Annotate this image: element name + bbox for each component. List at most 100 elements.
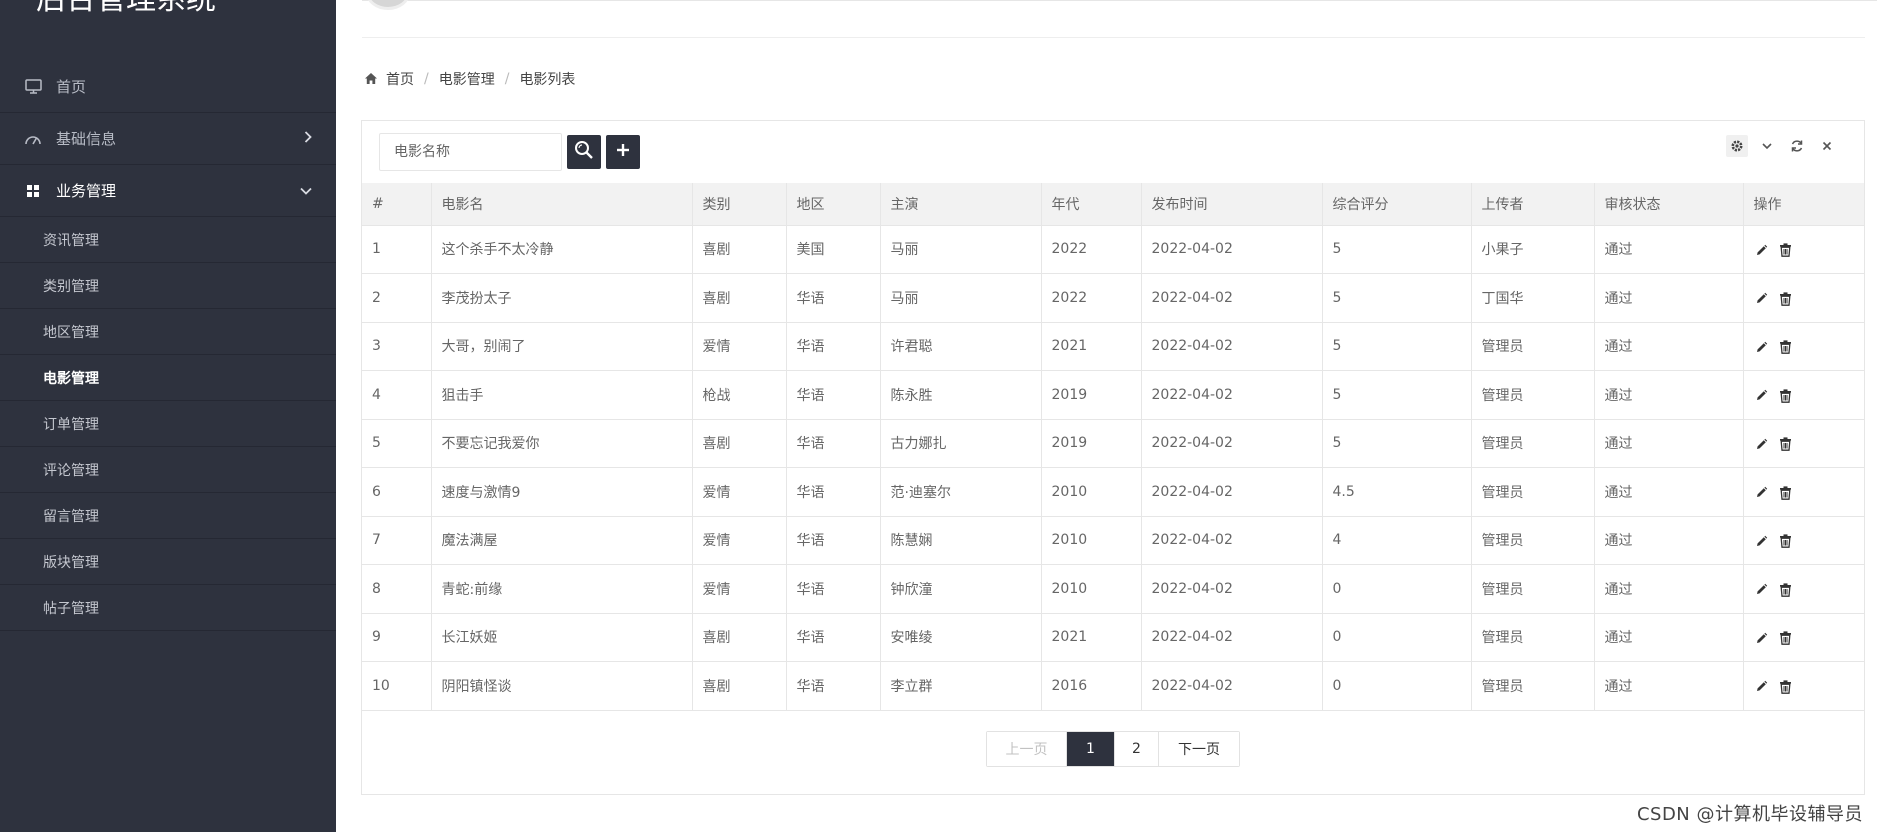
edit-pencil-icon[interactable] — [1754, 582, 1770, 598]
table-cell: 这个杀手不太冷静 — [431, 225, 693, 274]
table-cell: 华语 — [786, 516, 881, 565]
edit-pencil-icon[interactable] — [1754, 533, 1770, 549]
table-cell: 5 — [1322, 419, 1472, 468]
table-cell: 不要忘记我爱你 — [431, 419, 693, 468]
delete-trash-icon[interactable] — [1778, 291, 1794, 307]
table-row: 8 青蛇:前缘 爱情 华语 钟欣潼 2010 2022-04-02 0 管理员 通过 — [362, 564, 1864, 614]
chevron-right-icon — [304, 130, 312, 147]
edit-pencil-icon[interactable] — [1754, 485, 1770, 501]
table-cell: 2021 — [1041, 613, 1142, 662]
sidebar-item-label: 首页 — [56, 78, 87, 96]
delete-trash-icon[interactable] — [1778, 339, 1794, 355]
prev-page-button[interactable]: 上一页 — [987, 732, 1067, 766]
table-cell: 华语 — [786, 661, 881, 711]
edit-pencil-icon[interactable] — [1754, 339, 1770, 355]
search-button[interactable] — [567, 135, 601, 169]
brand: 后台管理系统 — [36, 0, 336, 18]
edit-pencil-icon[interactable] — [1754, 388, 1770, 404]
edit-pencil-icon[interactable] — [1754, 630, 1770, 646]
table-cell: 安唯绫 — [880, 613, 1042, 662]
chevron-down-icon[interactable] — [1756, 135, 1778, 157]
table-cell: 通过 — [1594, 516, 1744, 565]
column-header: 年代 — [1041, 183, 1142, 226]
table-cell: 5 — [362, 419, 432, 468]
delete-trash-icon[interactable] — [1778, 533, 1794, 549]
table-cell: 美国 — [786, 225, 881, 274]
refresh-icon[interactable] — [1786, 135, 1808, 157]
delete-trash-icon[interactable] — [1778, 436, 1794, 452]
sidebar-subitem-region[interactable]: 地区管理 — [0, 309, 336, 355]
sidebar-subitem-movies[interactable]: 电影管理 — [0, 355, 336, 401]
table-tools — [1718, 135, 1838, 157]
sidebar-item-home[interactable]: 首页 — [0, 61, 336, 113]
delete-trash-icon[interactable] — [1778, 679, 1794, 695]
delete-trash-icon[interactable] — [1778, 242, 1794, 258]
edit-pencil-icon[interactable] — [1754, 291, 1770, 307]
table-cell: 喜剧 — [692, 613, 787, 662]
table-cell: 喜剧 — [692, 661, 787, 711]
breadcrumb-movie-manage-link[interactable]: 电影管理 — [439, 69, 495, 89]
table-cell: 2022-04-02 — [1141, 225, 1323, 274]
chevron-down-icon — [300, 183, 312, 199]
sidebar-item-basic-info[interactable]: 基础信息 — [0, 113, 336, 165]
table-cell: 2 — [362, 273, 432, 323]
delete-trash-icon[interactable] — [1778, 630, 1794, 646]
breadcrumb-home-link[interactable]: 首页 — [386, 69, 414, 89]
edit-pencil-icon[interactable] — [1754, 242, 1770, 258]
table-cell: 陈慧娴 — [880, 516, 1042, 565]
table-cell: 7 — [362, 516, 432, 565]
breadcrumb: 首页 / 电影管理 / 电影列表 — [364, 68, 575, 90]
next-page-button[interactable]: 下一页 — [1159, 732, 1239, 766]
table-header-row: # 电影名 类别 地区 主演 年代 发布时间 综合评分 上传者 审核状态 操作 — [362, 183, 1864, 226]
delete-trash-icon[interactable] — [1778, 388, 1794, 404]
table-cell: 爱情 — [692, 467, 787, 517]
table-row: 4 狙击手 枪战 华语 陈永胜 2019 2022-04-02 5 管理员 通过 — [362, 370, 1864, 420]
table-cell-actions — [1743, 419, 1864, 468]
dashboard-gauge-icon — [22, 128, 44, 150]
column-header: 地区 — [786, 183, 881, 226]
delete-trash-icon[interactable] — [1778, 582, 1794, 598]
table-cell: 通过 — [1594, 419, 1744, 468]
sidebar-item-business[interactable]: 业务管理 — [0, 165, 336, 217]
table-cell-actions — [1743, 613, 1864, 662]
table-cell-actions — [1743, 516, 1864, 565]
sidebar-subitem-news[interactable]: 资讯管理 — [0, 217, 336, 263]
add-movie-button[interactable] — [606, 135, 640, 169]
avatar[interactable] — [366, 0, 410, 10]
table-cell: 2022-04-02 — [1141, 516, 1323, 565]
sidebar-subitem-comments[interactable]: 评论管理 — [0, 447, 336, 493]
table-cell: 4 — [362, 370, 432, 420]
table-cell: 李茂扮太子 — [431, 273, 693, 323]
sidebar-subitem-sections[interactable]: 版块管理 — [0, 539, 336, 585]
table-cell: 陈永胜 — [880, 370, 1042, 420]
page-button-1[interactable]: 1 — [1067, 732, 1115, 766]
edit-pencil-icon[interactable] — [1754, 436, 1770, 452]
settings-gear-icon[interactable] — [1726, 135, 1748, 157]
table-cell: 阴阳镇怪谈 — [431, 661, 693, 711]
table-cell: 青蛇:前缘 — [431, 564, 693, 614]
sidebar-subitem-category[interactable]: 类别管理 — [0, 263, 336, 309]
edit-pencil-icon[interactable] — [1754, 679, 1770, 695]
page-button-2[interactable]: 2 — [1115, 732, 1159, 766]
table-cell: 马丽 — [880, 225, 1042, 274]
table-cell: 华语 — [786, 564, 881, 614]
table-cell: 通过 — [1594, 613, 1744, 662]
sidebar-subitem-messages[interactable]: 留言管理 — [0, 493, 336, 539]
sidebar-subitem-orders[interactable]: 订单管理 — [0, 401, 336, 447]
movie-name-search-input[interactable] — [379, 133, 562, 171]
close-icon[interactable] — [1816, 135, 1838, 157]
table-cell: 2010 — [1041, 564, 1142, 614]
table-cell: 8 — [362, 564, 432, 614]
table-cell: 2019 — [1041, 370, 1142, 420]
table-cell-actions — [1743, 273, 1864, 323]
sidebar-subitem-posts[interactable]: 帖子管理 — [0, 585, 336, 631]
row-actions — [1754, 291, 1802, 307]
table-cell: 管理员 — [1471, 564, 1595, 614]
table-cell-actions — [1743, 225, 1864, 274]
table-cell: 2022-04-02 — [1141, 370, 1323, 420]
table-cell: 李立群 — [880, 661, 1042, 711]
table-cell: 2022-04-02 — [1141, 322, 1323, 371]
table-cell: 2022-04-02 — [1141, 467, 1323, 517]
delete-trash-icon[interactable] — [1778, 485, 1794, 501]
table-cell: 2021 — [1041, 322, 1142, 371]
